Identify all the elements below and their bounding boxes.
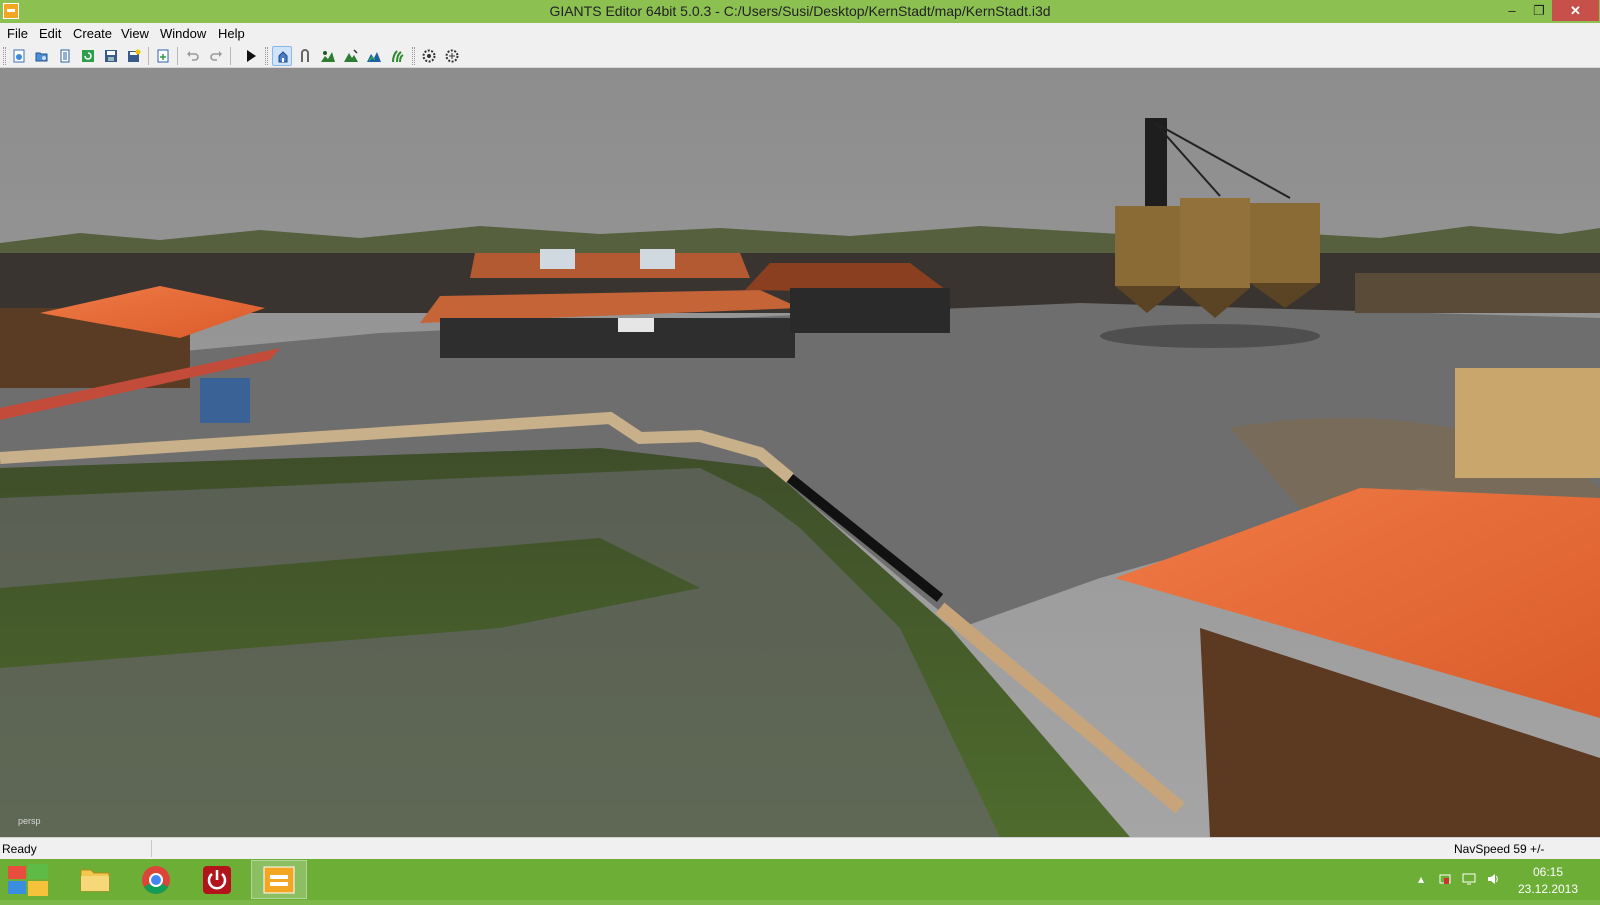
terrain-paint-icon <box>321 51 335 62</box>
windows-logo-icon <box>8 864 48 896</box>
show-hidden-icons-icon[interactable]: ▴ <box>1414 872 1428 886</box>
gizmo-settings-button[interactable] <box>419 46 439 66</box>
move-mode-icon <box>301 49 309 62</box>
menu-view[interactable]: View <box>121 26 149 41</box>
menu-create[interactable]: Create <box>73 26 112 41</box>
gizmo-snap-button[interactable] <box>442 46 462 66</box>
minimize-button[interactable]: – <box>1497 0 1527 21</box>
move-mode-button[interactable] <box>295 46 315 66</box>
undo-button[interactable] <box>183 46 203 66</box>
menu-bar: File Edit Create View Window Help <box>0 23 1600 43</box>
play-button[interactable] <box>241 46 261 66</box>
title-bar: GIANTS Editor 64bit 5.0.3 - C:/Users/Sus… <box>0 0 1600 23</box>
taskbar-power-app[interactable] <box>189 860 245 899</box>
clock-time[interactable]: 06:15 <box>1518 865 1578 879</box>
terrain-paint-button[interactable] <box>318 46 338 66</box>
document-button[interactable] <box>55 46 75 66</box>
foliage-paint-button[interactable] <box>387 46 407 66</box>
document-icon <box>60 49 70 63</box>
silo <box>1115 206 1180 286</box>
toolbar-separator <box>177 47 178 65</box>
gizmo-snap-icon <box>445 49 459 63</box>
redo-icon <box>210 51 222 61</box>
undo-icon <box>187 51 199 61</box>
save-all-icon <box>128 49 141 62</box>
import-icon <box>157 49 169 63</box>
close-button[interactable]: ✕ <box>1552 0 1599 21</box>
chrome-icon <box>142 866 170 894</box>
redo-button[interactable] <box>206 46 226 66</box>
open-button[interactable] <box>32 46 52 66</box>
terrain-texture-icon <box>367 52 381 62</box>
save-all-button[interactable] <box>124 46 144 66</box>
shed-wall <box>790 288 950 333</box>
taskbar-chrome[interactable] <box>128 860 184 899</box>
select-mode-button[interactable] <box>272 46 292 66</box>
silo <box>1250 203 1320 283</box>
open-icon <box>35 52 48 62</box>
terrain-sculpt-button[interactable] <box>341 46 361 66</box>
camera-label: persp <box>18 816 41 826</box>
network-icon[interactable] <box>1462 872 1476 886</box>
status-bar: Ready NavSpeed 59 +/- <box>0 837 1600 859</box>
toolbar-separator <box>148 47 149 65</box>
status-text: Ready <box>2 842 37 856</box>
window-title: GIANTS Editor 64bit 5.0.3 - C:/Users/Sus… <box>549 3 1051 19</box>
save-button[interactable] <box>101 46 121 66</box>
toolbar <box>0 43 1600 68</box>
menu-file[interactable]: File <box>7 26 28 41</box>
status-divider <box>151 840 152 857</box>
toolbar-grip[interactable] <box>265 47 268 65</box>
menu-edit[interactable]: Edit <box>39 26 61 41</box>
taskbar-file-explorer[interactable] <box>67 860 123 899</box>
new-scene-button[interactable] <box>9 46 29 66</box>
menu-help[interactable]: Help <box>218 26 245 41</box>
power-app-icon <box>203 866 231 894</box>
terrain-sculpt-icon <box>344 49 358 62</box>
giants-editor-icon <box>263 866 295 894</box>
network-adapter-icon[interactable] <box>1438 872 1452 886</box>
navspeed-indicator: NavSpeed 59 +/- <box>1454 842 1545 856</box>
right-building <box>1355 273 1600 313</box>
taskbar-giants-editor[interactable] <box>251 860 307 899</box>
reload-icon <box>82 50 94 62</box>
silo-shadow <box>1100 324 1320 348</box>
toolbar-separator <box>230 47 231 65</box>
play-icon <box>247 50 256 62</box>
roof-window <box>540 249 575 269</box>
gizmo-settings-icon <box>422 49 436 63</box>
taskbar: ▴ 06:15 23.12.2013 <box>0 859 1600 900</box>
foliage-paint-icon <box>392 50 404 63</box>
restore-button[interactable]: ❐ <box>1524 0 1554 21</box>
scene-render <box>0 68 1600 837</box>
clock-date[interactable]: 23.12.2013 <box>1510 882 1586 896</box>
volume-icon[interactable] <box>1486 872 1500 886</box>
3d-viewport[interactable]: persp <box>0 68 1600 837</box>
save-icon <box>105 50 117 62</box>
terrain-texture-button[interactable] <box>364 46 384 66</box>
import-button[interactable] <box>153 46 173 66</box>
farmhouse-wall <box>440 318 795 358</box>
hay-stack <box>1455 368 1600 478</box>
farmhouse-window <box>618 318 654 332</box>
blue-tank <box>200 378 250 423</box>
start-button[interactable] <box>8 864 48 896</box>
roof-window <box>640 249 675 269</box>
reload-button[interactable] <box>78 46 98 66</box>
select-mode-icon <box>278 51 288 63</box>
toolbar-grip[interactable] <box>3 47 6 65</box>
silo <box>1180 198 1250 288</box>
toolbar-grip[interactable] <box>412 47 415 65</box>
farmhouse-roof-top <box>470 253 750 278</box>
file-explorer-icon <box>80 869 110 892</box>
new-scene-icon <box>13 49 25 63</box>
menu-window[interactable]: Window <box>160 26 206 41</box>
